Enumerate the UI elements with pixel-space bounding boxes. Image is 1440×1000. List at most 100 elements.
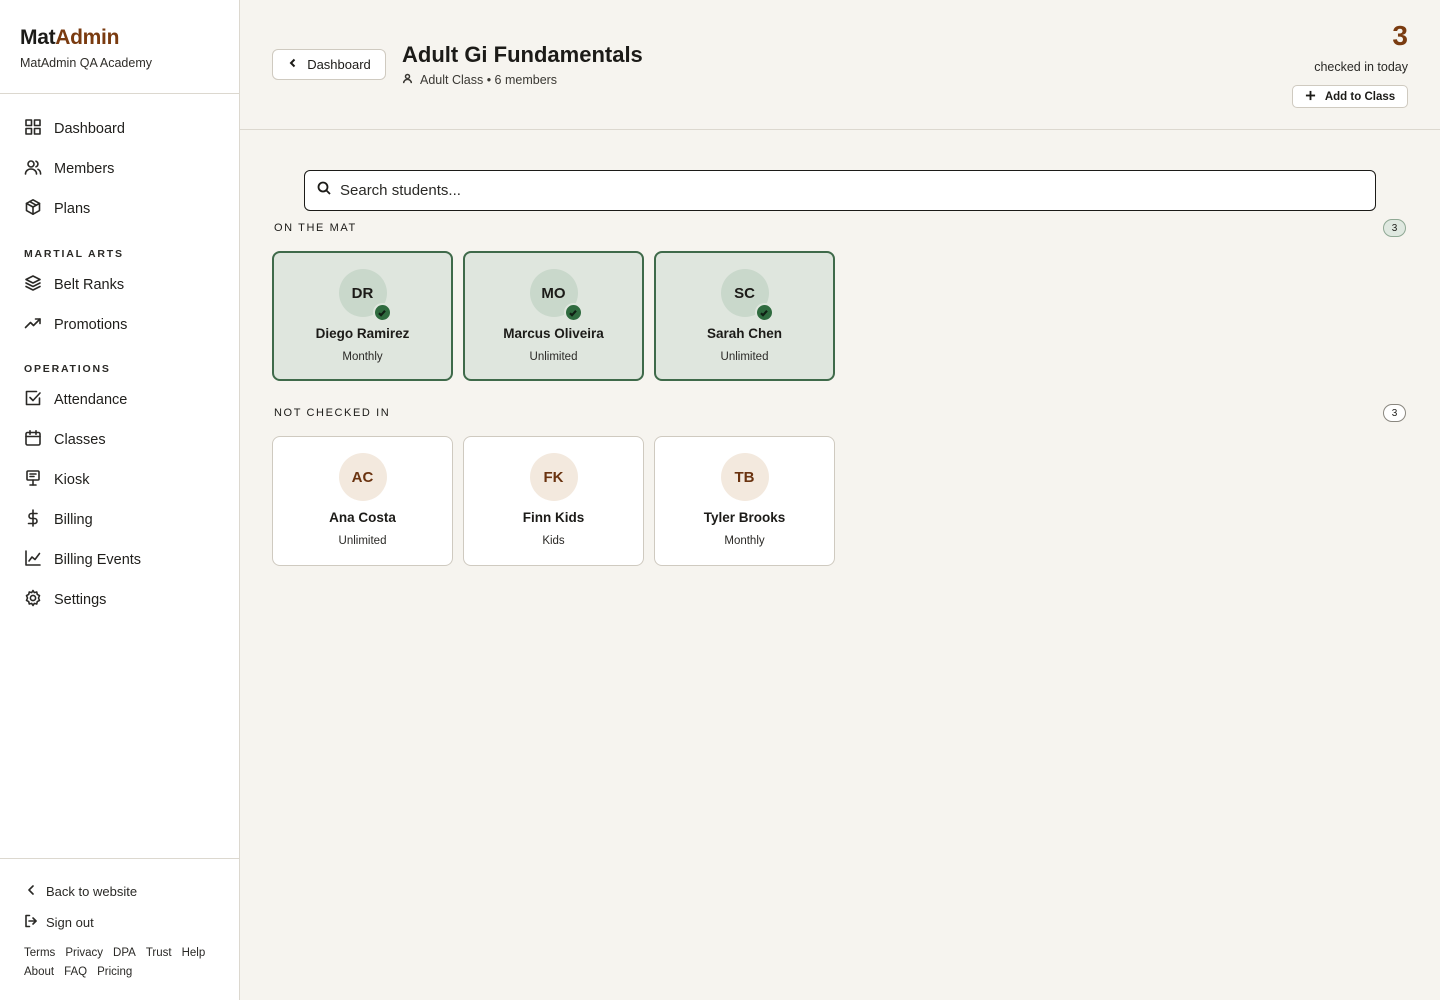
gear-icon <box>24 589 42 612</box>
sidebar-item-classes[interactable]: Classes <box>24 428 106 452</box>
box-icon <box>24 198 42 221</box>
student-plan: Unlimited <box>720 351 769 363</box>
sidebar-item-label: Billing <box>54 512 93 528</box>
sidebar-item-kiosk[interactable]: Kiosk <box>24 468 89 492</box>
sidebar-divider <box>0 93 240 94</box>
legal-links-row-1: Terms Privacy DPA Trust Help <box>24 947 205 959</box>
nav-section-operations: OPERATIONS <box>24 363 111 375</box>
section-title-on-the-mat: ON THE MAT <box>274 222 357 234</box>
avatar-initials: FK <box>543 468 564 486</box>
student-name: Finn Kids <box>522 510 585 525</box>
add-to-class-label: Add to Class <box>1324 90 1396 103</box>
users-icon <box>24 158 42 181</box>
checked-in-label: checked in today <box>1314 60 1408 74</box>
sign-out-icon <box>24 914 38 931</box>
brand: MatAdmin MatAdmin QA Academy <box>20 26 152 70</box>
sidebar-item-members[interactable]: Members <box>24 157 114 181</box>
section-title-not-checked-in: NOT CHECKED IN <box>274 407 391 419</box>
sidebar-item-label: Promotions <box>54 317 128 333</box>
checked-in-count: 3 <box>1392 20 1408 51</box>
not-checked-in-count-badge: 3 <box>1383 404 1406 422</box>
avatar: SC <box>720 269 774 322</box>
sign-out-button[interactable]: Sign out <box>24 914 94 931</box>
pricing-link[interactable]: Pricing <box>97 966 132 978</box>
avatar: AC <box>338 453 387 501</box>
sidebar-item-label: Classes <box>54 432 106 448</box>
sign-out-label: Sign out <box>46 915 94 930</box>
student-plan: Unlimited <box>529 351 578 363</box>
avatar-initials: TB <box>734 468 755 486</box>
sidebar-item-label: Kiosk <box>54 472 90 488</box>
sidebar-item-label: Members <box>54 161 115 177</box>
plus-icon <box>1305 90 1325 104</box>
brand-logo[interactable]: MatAdmin <box>20 26 152 50</box>
student-plan: Unlimited <box>338 535 387 547</box>
sidebar-item-belt-ranks[interactable]: Belt Ranks <box>24 273 124 297</box>
page-title: Adult Gi Fundamentals <box>402 42 643 67</box>
help-link[interactable]: Help <box>182 947 206 959</box>
search-input[interactable] <box>340 182 1340 199</box>
student-name: Tyler Brooks <box>703 510 786 525</box>
avatar-initials: MO <box>541 284 566 302</box>
on-the-mat-count-badge: 3 <box>1383 219 1406 237</box>
terms-link[interactable]: Terms <box>24 947 55 959</box>
student-card-checked-in[interactable]: SC Sarah Chen Unlimited <box>654 251 835 381</box>
sidebar-item-label: Plans <box>54 201 91 217</box>
avatar: DR <box>338 269 392 322</box>
calendar-icon <box>24 429 42 452</box>
check-square-icon <box>24 389 42 412</box>
sidebar-item-settings[interactable]: Settings <box>24 588 106 612</box>
student-card-not-checked-in[interactable]: AC Ana Costa Unlimited <box>272 436 453 566</box>
back-to-website-label: Back to website <box>46 884 138 899</box>
user-icon <box>402 73 420 87</box>
sidebar-item-billing-events[interactable]: Billing Events <box>24 548 141 572</box>
avatar: TB <box>720 453 769 501</box>
student-card-not-checked-in[interactable]: FK Finn Kids Kids <box>463 436 644 566</box>
check-icon <box>563 303 583 322</box>
chevron-left-icon <box>287 57 307 72</box>
back-to-dashboard-button[interactable]: Dashboard <box>272 49 386 80</box>
about-link[interactable]: About <box>24 966 54 978</box>
sidebar-item-label: Attendance <box>54 392 128 408</box>
back-button-label: Dashboard <box>307 57 371 72</box>
grid-icon <box>24 118 42 141</box>
avatar-initials: SC <box>734 284 755 302</box>
student-name: Diego Ramirez <box>315 326 410 341</box>
avatar-initials: AC <box>351 468 374 486</box>
dpa-link[interactable]: DPA <box>113 947 136 959</box>
student-plan: Monthly <box>342 351 383 363</box>
search-icon <box>317 181 331 200</box>
sidebar-item-promotions[interactable]: Promotions <box>24 313 127 337</box>
student-name: Ana Costa <box>329 510 396 525</box>
back-to-website-link[interactable]: Back to website <box>24 883 137 900</box>
sidebar-item-billing[interactable]: Billing <box>24 508 93 532</box>
line-chart-icon <box>24 549 42 572</box>
student-card-checked-in[interactable]: MO Marcus Oliveira Unlimited <box>463 251 644 381</box>
student-name: Marcus Oliveira <box>503 326 604 341</box>
avatar-initials: DR <box>351 284 374 302</box>
sidebar-item-label: Billing Events <box>54 552 142 568</box>
sidebar-item-label: Settings <box>54 592 107 608</box>
student-card-checked-in[interactable]: DR Diego Ramirez Monthly <box>272 251 453 381</box>
sidebar-item-dashboard[interactable]: Dashboard <box>24 117 125 141</box>
check-icon <box>372 303 392 322</box>
student-card-not-checked-in[interactable]: TB Tyler Brooks Monthly <box>654 436 835 566</box>
class-meta-text: Adult Class • 6 members <box>420 73 558 87</box>
class-meta: Adult Class • 6 members <box>402 73 557 87</box>
student-name: Sarah Chen <box>706 326 783 341</box>
avatar: MO <box>529 269 583 322</box>
privacy-link[interactable]: Privacy <box>65 947 103 959</box>
student-plan: Kids <box>542 535 565 547</box>
page-header: Dashboard Adult Gi Fundamentals Adult Cl… <box>240 0 1440 130</box>
sidebar-item-plans[interactable]: Plans <box>24 197 90 221</box>
academy-name: MatAdmin QA Academy <box>20 56 153 70</box>
trending-up-icon <box>24 314 42 337</box>
avatar: FK <box>529 453 578 501</box>
add-to-class-button[interactable]: Add to Class <box>1292 85 1408 108</box>
trust-link[interactable]: Trust <box>146 947 172 959</box>
sidebar-item-attendance[interactable]: Attendance <box>24 388 127 412</box>
sidebar-footer-divider <box>0 858 240 859</box>
nav-section-martial-arts: MARTIAL ARTS <box>24 248 124 260</box>
student-search[interactable] <box>304 170 1376 211</box>
faq-link[interactable]: FAQ <box>64 966 87 978</box>
